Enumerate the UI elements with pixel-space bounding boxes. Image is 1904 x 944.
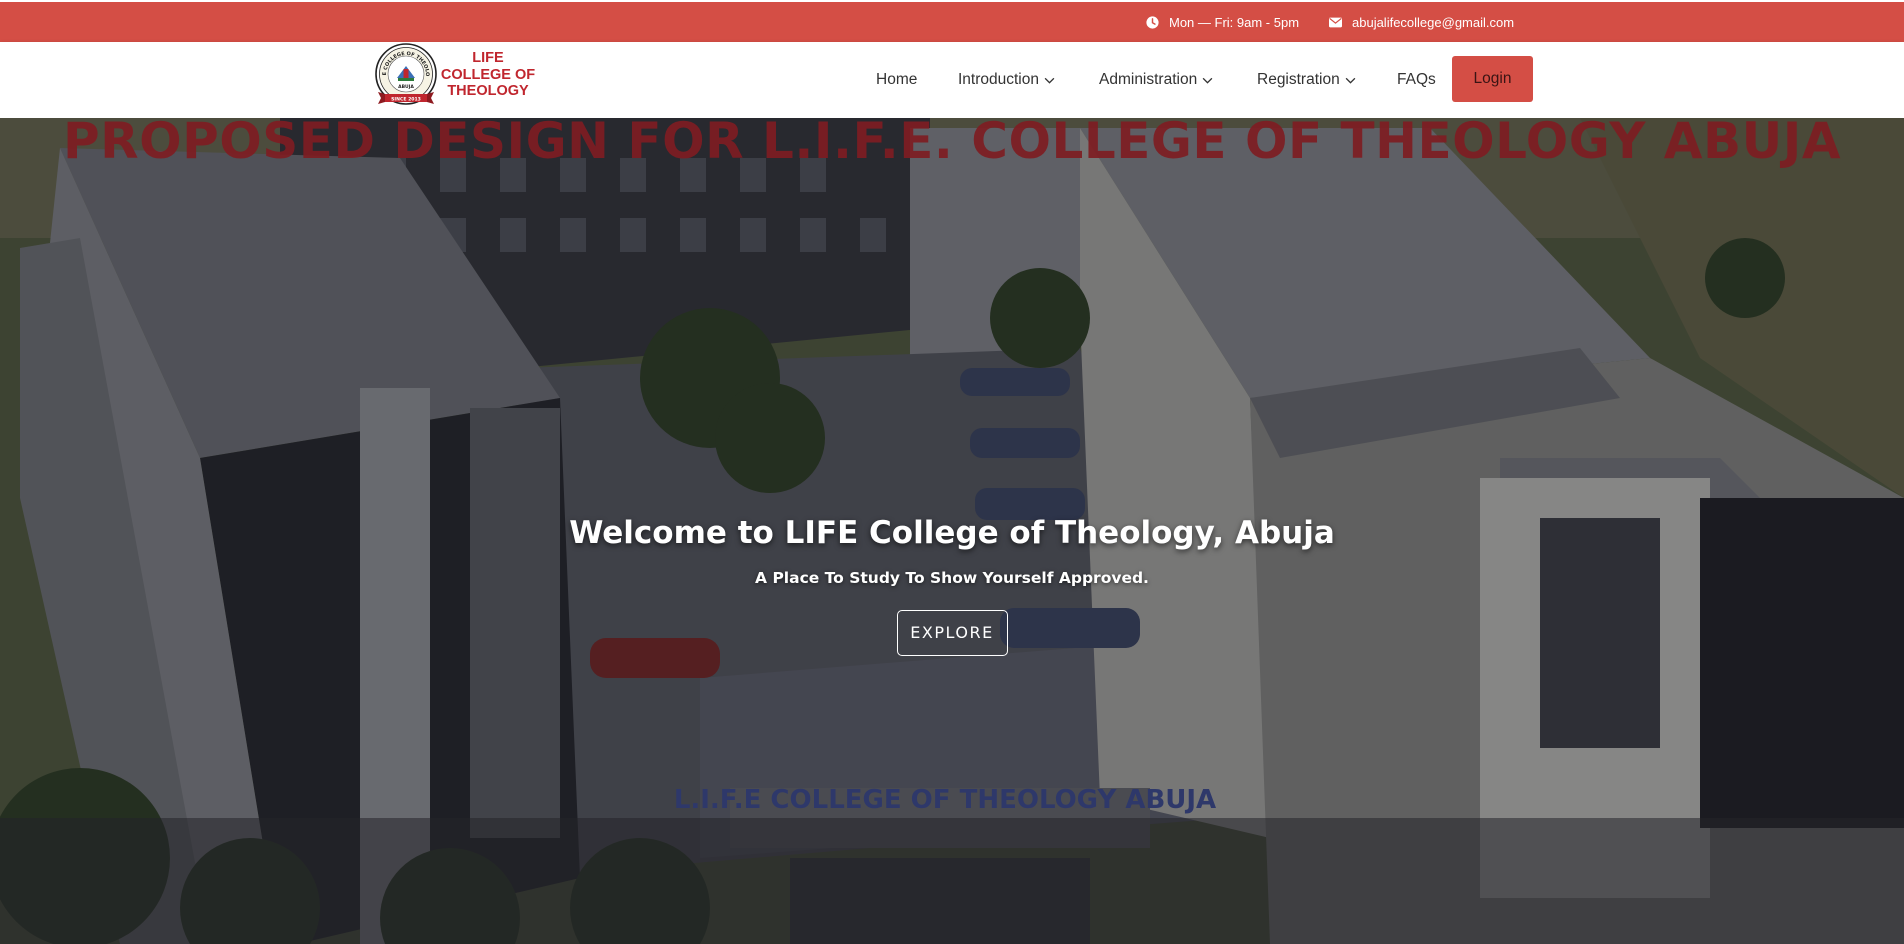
clock-icon	[1146, 15, 1159, 29]
chevron-down-icon	[1044, 77, 1055, 84]
nav-faqs[interactable]: FAQs	[1397, 69, 1436, 91]
hero-subtitle: A Place To Study To Show Yourself Approv…	[755, 569, 1149, 587]
login-button[interactable]: Login	[1452, 56, 1533, 102]
nav-administration-label: Administration	[1099, 71, 1198, 88]
office-hours: Mon — Fri: 9am - 5pm	[1146, 2, 1299, 42]
site-header: LIFE COLLEGE OF THEOLOGY ABUJA SINCE 201…	[0, 42, 1904, 118]
nav-registration[interactable]: Registration	[1257, 69, 1356, 91]
proposed-design-banner: PROPOSED DESIGN FOR L.I.F.E. COLLEGE OF …	[62, 118, 1842, 170]
nav-home[interactable]: Home	[876, 69, 917, 91]
nav-faqs-label: FAQs	[1397, 71, 1436, 88]
nav-registration-label: Registration	[1257, 71, 1340, 88]
nav-introduction[interactable]: Introduction	[958, 69, 1055, 91]
top-contact-bar: Mon — Fri: 9am - 5pm abujalifecollege@gm…	[0, 0, 1904, 42]
nav-administration[interactable]: Administration	[1099, 69, 1213, 91]
logo-wordmark: LIFE COLLEGE OF THEOLOGY	[438, 50, 538, 100]
office-hours-text: Mon — Fri: 9am - 5pm	[1169, 14, 1300, 30]
nav-home-label: Home	[876, 71, 918, 88]
college-seal-icon: LIFE COLLEGE OF THEOLOGY ABUJA SINCE 201…	[374, 42, 437, 105]
logo-line-1: LIFE	[472, 50, 504, 67]
explore-button[interactable]: EXPLORE	[896, 610, 1008, 656]
seal-city-text: ABUJA	[398, 84, 414, 90]
nav-introduction-label: Introduction	[958, 71, 1039, 88]
envelope-icon	[1329, 17, 1342, 27]
contact-email[interactable]: abujalifecollege@gmail.com	[1329, 2, 1514, 42]
contact-email-text[interactable]: abujalifecollege@gmail.com	[1352, 15, 1514, 30]
hero-content: Welcome to LIFE College of Theology, Abu…	[0, 515, 1904, 656]
chevron-down-icon	[1345, 77, 1356, 84]
hero-title: Welcome to LIFE College of Theology, Abu…	[569, 515, 1335, 551]
logo-line-2: COLLEGE OF	[440, 66, 536, 83]
logo-line-3: THEOLOGY	[447, 83, 529, 100]
site-logo[interactable]: LIFE COLLEGE OF THEOLOGY ABUJA SINCE 201…	[374, 42, 538, 108]
hero-section: L.I.F.E COLLEGE OF THEOLOGY ABUJA PROPOS…	[0, 118, 1904, 944]
chevron-down-icon	[1202, 77, 1213, 84]
seal-since-text: SINCE 2013	[391, 96, 421, 102]
